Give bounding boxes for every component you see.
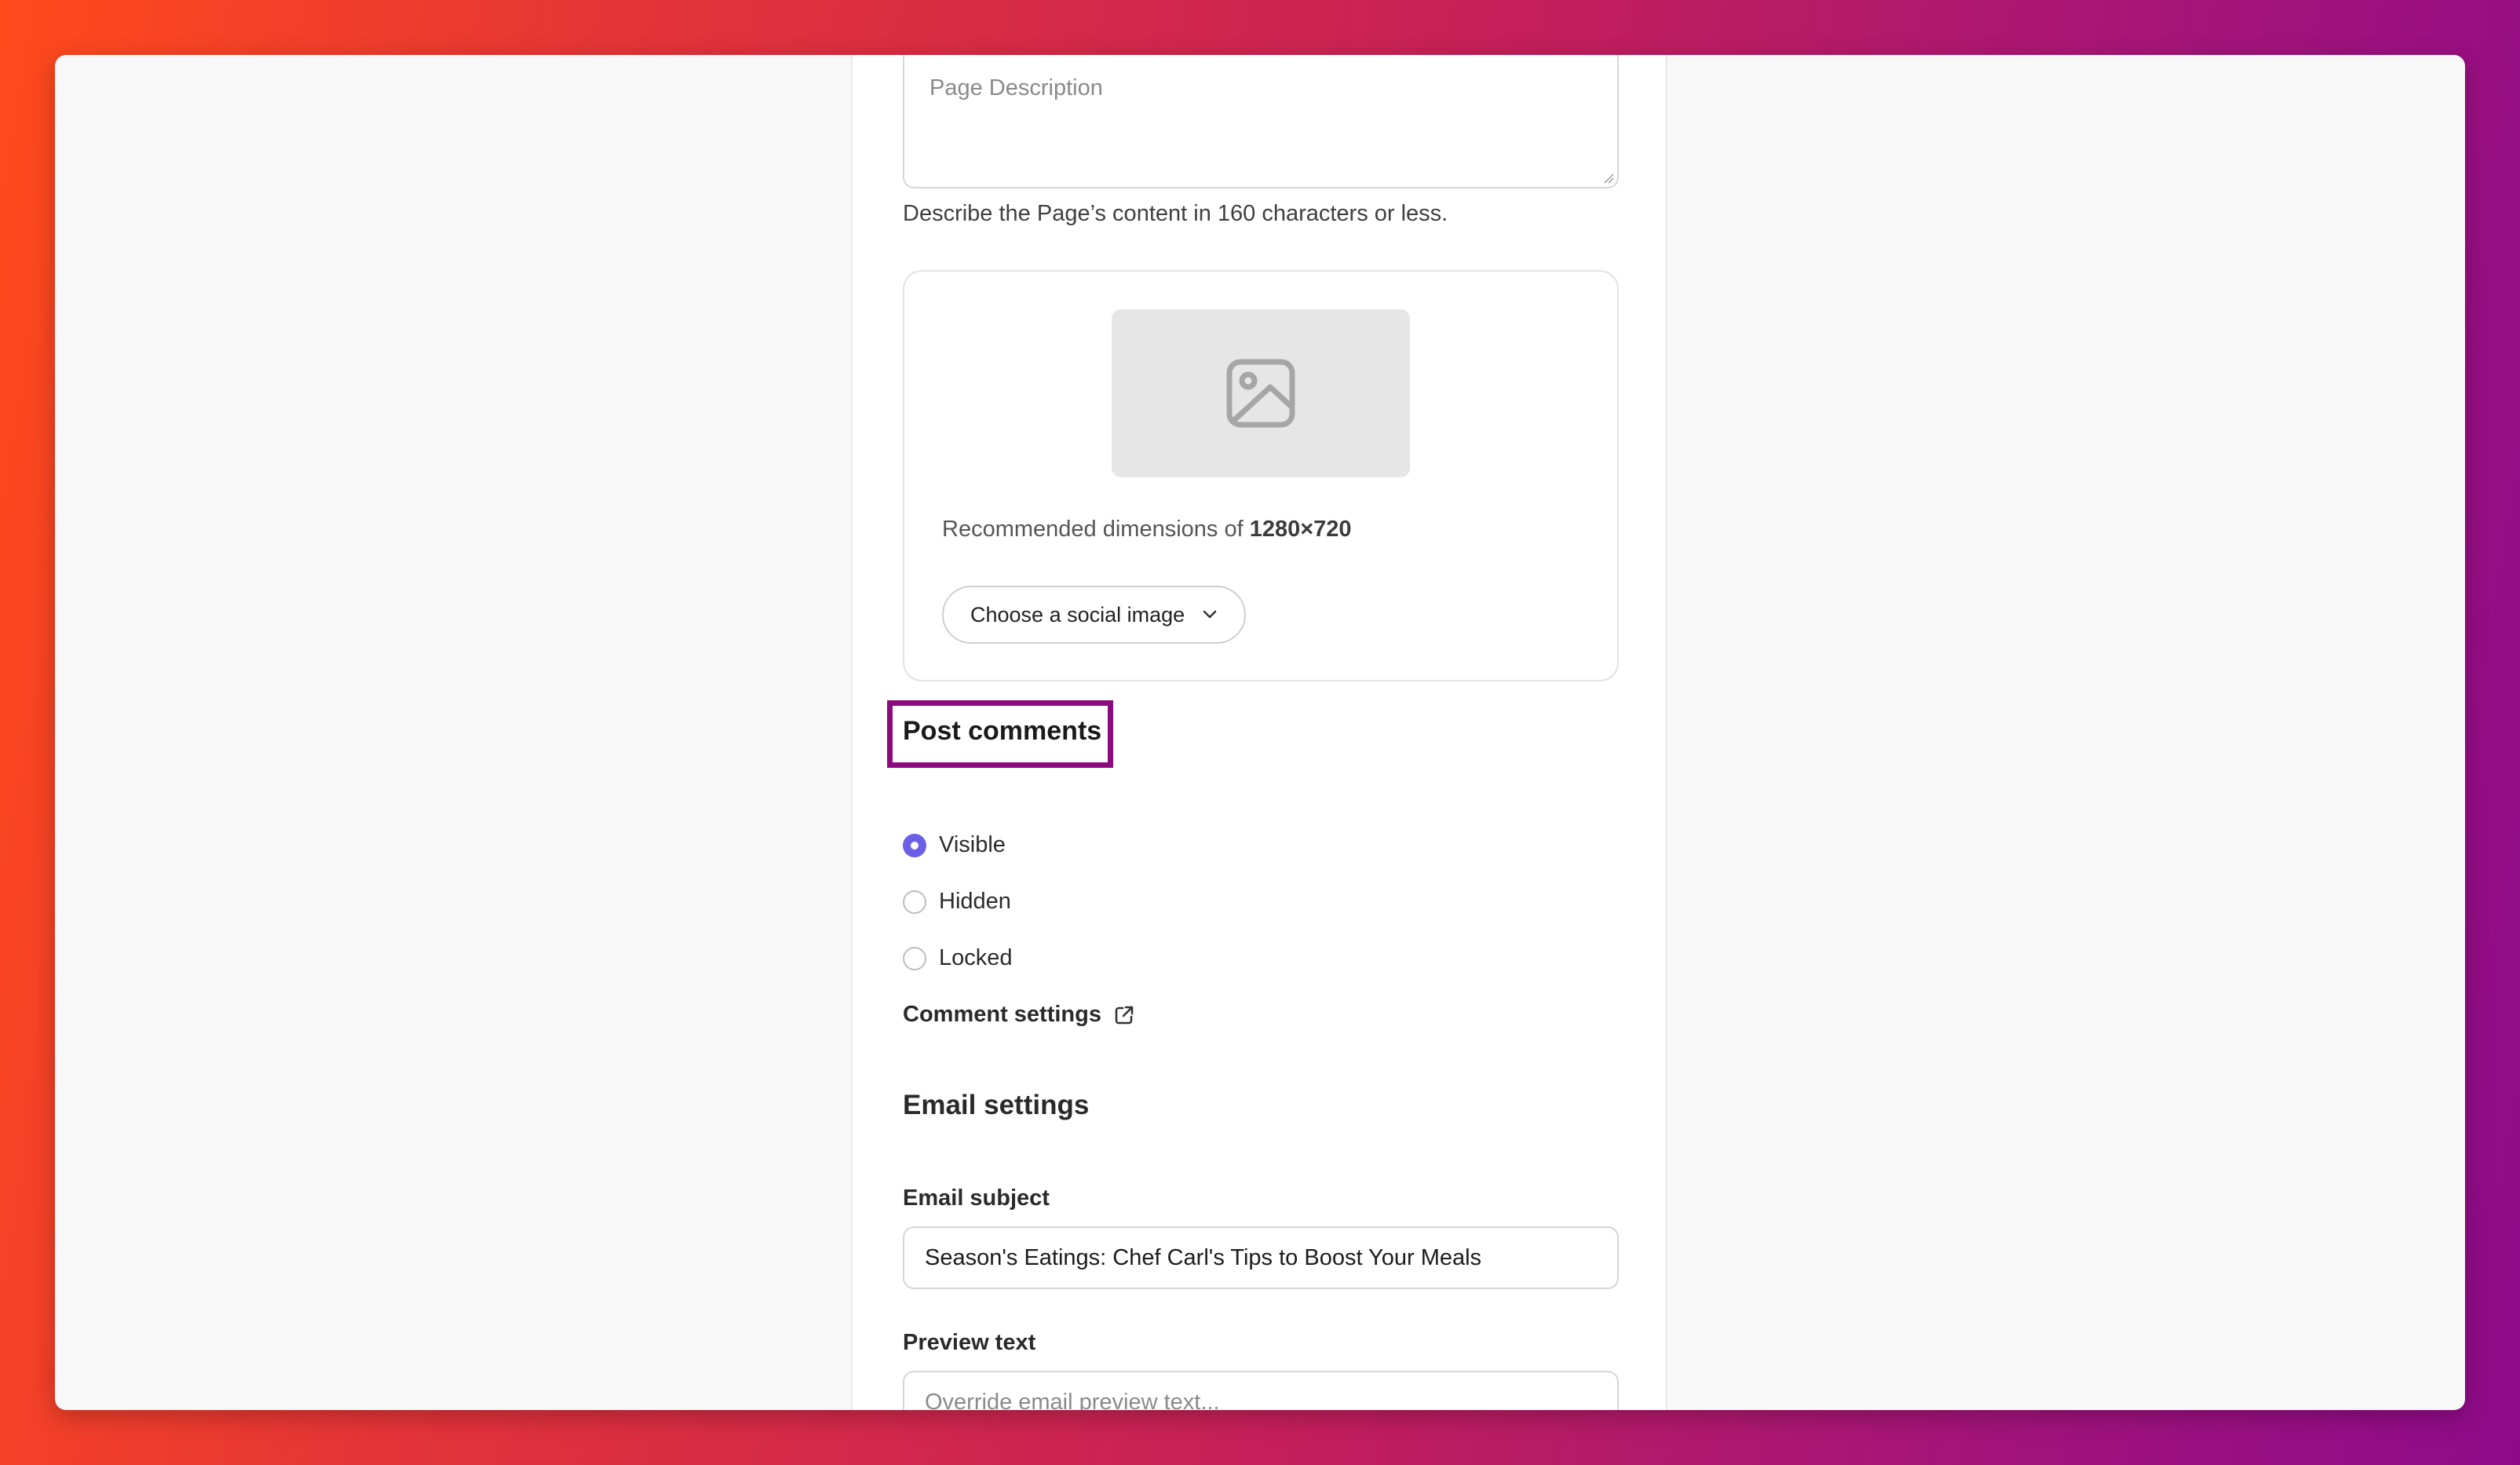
- app-window: Page Description Describe the Page’s con…: [55, 55, 2465, 1410]
- radio-label-locked: Locked: [939, 945, 1013, 970]
- settings-panel: Page Description Describe the Page’s con…: [851, 55, 1667, 1410]
- recommended-dimensions-text: Recommended dimensions of: [942, 517, 1244, 542]
- preview-text-label: Preview text: [903, 1330, 1036, 1355]
- email-subject-input[interactable]: Season's Eatings: Chef Carl's Tips to Bo…: [903, 1226, 1619, 1289]
- radio-button-visible[interactable]: [903, 833, 926, 857]
- radio-option-visible[interactable]: Visible: [903, 832, 1006, 858]
- email-subject-label: Email subject: [903, 1186, 1050, 1211]
- recommended-dimensions: Recommended dimensions of 1280×720: [942, 517, 1352, 543]
- radio-option-locked[interactable]: Locked: [903, 945, 1013, 971]
- radio-label-visible: Visible: [939, 832, 1006, 857]
- radio-button-hidden[interactable]: [903, 890, 926, 914]
- page-description-placeholder: Page Description: [929, 75, 1103, 100]
- preview-text-placeholder: Override email preview text...: [925, 1389, 1220, 1411]
- email-subject-value: Season's Eatings: Chef Carl's Tips to Bo…: [925, 1244, 1482, 1270]
- page-description-textarea[interactable]: Page Description: [903, 55, 1619, 188]
- radio-button-locked[interactable]: [903, 946, 926, 970]
- page-description-help: Describe the Page’s content in 160 chara…: [903, 201, 1448, 226]
- social-image-placeholder[interactable]: [1112, 309, 1410, 477]
- email-settings-title: Email settings: [903, 1090, 1090, 1120]
- radio-label-hidden: Hidden: [939, 889, 1011, 914]
- comment-settings-label: Comment settings: [903, 1002, 1101, 1027]
- comment-settings-link[interactable]: Comment settings: [903, 1002, 1136, 1028]
- recommended-dimensions-value: 1280×720: [1249, 517, 1352, 542]
- post-comments-title: Post comments: [903, 716, 1102, 746]
- social-image-card: Recommended dimensions of 1280×720 Choos…: [903, 270, 1619, 681]
- choose-social-image-button[interactable]: Choose a social image: [942, 586, 1247, 644]
- preview-text-input[interactable]: Override email preview text...: [903, 1371, 1619, 1410]
- choose-social-image-label: Choose a social image: [970, 602, 1185, 627]
- radio-option-hidden[interactable]: Hidden: [903, 889, 1011, 915]
- external-link-icon: [1115, 1006, 1134, 1024]
- chevron-down-icon: [1203, 610, 1217, 619]
- resize-grip-icon[interactable]: [1601, 171, 1614, 184]
- image-icon: [1226, 359, 1295, 428]
